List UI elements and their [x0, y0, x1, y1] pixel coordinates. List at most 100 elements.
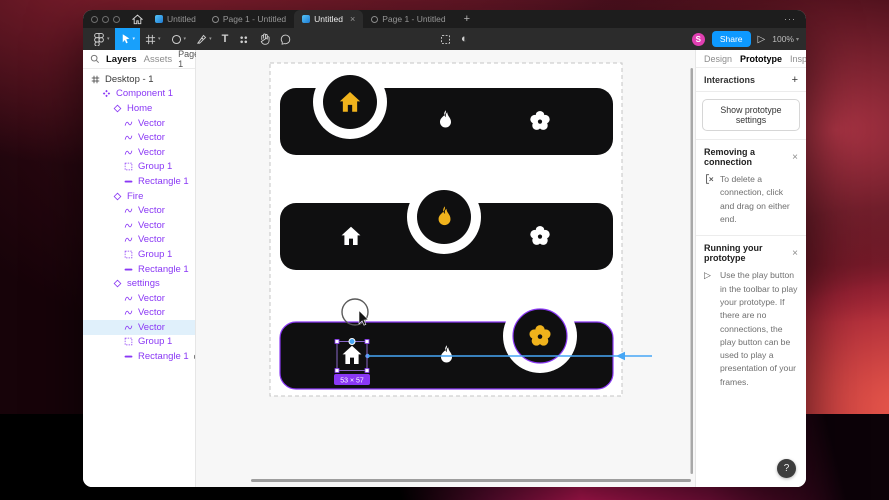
tip-title: Running your prototype: [704, 243, 792, 263]
tab-inspect[interactable]: Inspect: [790, 54, 806, 64]
selection-handle[interactable]: [335, 369, 339, 373]
text-tool[interactable]: T: [217, 28, 234, 50]
window-minimize-button[interactable]: [102, 16, 109, 23]
tip-card-1: Removing a connection×To delete a connec…: [696, 139, 806, 235]
draft-file-icon: [371, 16, 378, 23]
layer-row-vector[interactable]: Vector: [83, 203, 195, 218]
shape-tool[interactable]: ▾: [166, 28, 192, 50]
layer-row-group-1[interactable]: Group 1: [83, 335, 195, 350]
draft-file-icon: [212, 16, 219, 23]
layer-row-settings[interactable]: settings: [83, 276, 195, 291]
layer-row-vector[interactable]: Vector: [83, 116, 195, 131]
vertical-scrollbar[interactable]: [691, 68, 694, 474]
resources-tool[interactable]: [233, 28, 254, 50]
selection-handle[interactable]: [365, 340, 369, 344]
chevron-down-icon: ▾: [133, 36, 136, 42]
layer-label: Desktop - 1: [105, 74, 154, 85]
show-prototype-settings-button[interactable]: Show prototype settings: [702, 99, 800, 131]
layer-row-rectangle-1[interactable]: Rectangle 1: [83, 262, 195, 277]
context-tools: ◐: [435, 28, 473, 50]
layer-row-group-1[interactable]: Group 1: [83, 160, 195, 175]
connection-start-node[interactable]: [365, 354, 369, 358]
tab-prototype[interactable]: Prototype: [740, 54, 782, 64]
tab-design[interactable]: Design: [704, 54, 732, 64]
layer-row-home[interactable]: Home: [83, 101, 195, 116]
help-button[interactable]: ?: [777, 459, 796, 478]
layer-row-rectangle-1[interactable]: Rectangle 1: [83, 349, 195, 364]
sidebar-tab-assets[interactable]: Assets: [144, 54, 173, 65]
layer-row-group-1[interactable]: Group 1: [83, 247, 195, 262]
layer-row-vector[interactable]: Vector: [83, 320, 195, 335]
ellipse-icon: [171, 34, 182, 45]
pen-tool[interactable]: ▾: [191, 28, 217, 50]
frame-tool[interactable]: ▾: [140, 28, 166, 50]
comment-tool[interactable]: [275, 28, 296, 50]
layer-row-vector[interactable]: Vector: [83, 306, 195, 321]
layer-row-vector[interactable]: Vector: [83, 145, 195, 160]
file-tab-2[interactable]: Page 1 - Untitled: [204, 10, 294, 28]
text-icon: T: [222, 33, 229, 45]
add-interaction-button[interactable]: +: [792, 74, 798, 86]
layer-label: Home: [127, 103, 152, 114]
file-tab-3[interactable]: Untitled×: [294, 10, 363, 28]
close-icon[interactable]: ×: [792, 248, 798, 259]
panel-tabs: Design Prototype Inspect: [696, 50, 806, 68]
layer-row-vector[interactable]: Vector: [83, 130, 195, 145]
selection-handle[interactable]: [335, 340, 339, 344]
tab-label: Page 1 - Untitled: [223, 14, 286, 24]
chevron-down-icon: ▾: [209, 36, 212, 42]
layer-row-fire[interactable]: Fire: [83, 189, 195, 204]
horizontal-scrollbar[interactable]: [251, 479, 691, 482]
window-zoom-button[interactable]: [113, 16, 120, 23]
edit-object-tool[interactable]: [435, 28, 456, 50]
vector-icon: [123, 206, 134, 215]
move-tool[interactable]: ▾: [115, 28, 141, 50]
hand-tool[interactable]: [254, 28, 275, 50]
vector-icon: [123, 308, 134, 317]
zoom-select[interactable]: 100%▾: [772, 34, 799, 44]
close-tab-icon[interactable]: ×: [350, 14, 355, 24]
share-button[interactable]: Share: [712, 31, 751, 47]
figma-window: UntitledPage 1 - UntitledUntitled×Page 1…: [83, 10, 806, 487]
main-menu[interactable]: ▾: [88, 28, 115, 50]
layer-label: Rectangle 1: [138, 264, 189, 275]
selection-handle[interactable]: [365, 369, 369, 373]
layer-row-desktop---1[interactable]: Desktop - 1: [83, 72, 195, 87]
layer-row-vector[interactable]: Vector: [83, 218, 195, 233]
file-tab-1[interactable]: Untitled: [147, 10, 204, 28]
window-close-button[interactable]: [91, 16, 98, 23]
mask-square-icon: [440, 34, 451, 45]
layer-row-vector[interactable]: Vector: [83, 233, 195, 248]
tip-title: Removing a connection: [704, 147, 792, 167]
sidebar-tab-layers[interactable]: Layers: [106, 54, 137, 65]
prototype-node-top[interactable]: [349, 339, 355, 345]
layer-row-rectangle-1[interactable]: Rectangle 1: [83, 174, 195, 189]
vector-icon: [123, 221, 134, 230]
figma-file-icon: [302, 15, 310, 23]
search-icon[interactable]: [90, 54, 100, 64]
layer-label: Rectangle 1: [138, 351, 189, 362]
layer-label: Vector: [138, 132, 165, 143]
lock-icon[interactable]: [193, 351, 195, 363]
avatar[interactable]: S: [692, 33, 705, 46]
layer-label: Group 1: [138, 336, 172, 347]
layers-sidebar: LayersAssets Page 1 ▾ Desktop - 1Compone…: [83, 50, 196, 487]
mask-tool[interactable]: ◐: [456, 28, 473, 50]
present-play-icon[interactable]: ▷: [758, 34, 766, 45]
sidebar-tabs: Layers Assets: [106, 54, 172, 65]
new-tab-button[interactable]: +: [454, 10, 480, 28]
tab-strip: UntitledPage 1 - UntitledUntitled×Page 1…: [83, 10, 806, 28]
file-tab-4[interactable]: Page 1 - Untitled: [363, 10, 453, 28]
tip-card-2: Running your prototype×▷Use the play but…: [696, 235, 806, 398]
more-menu-button[interactable]: ···: [774, 10, 806, 28]
layer-row-component-1[interactable]: Component 1: [83, 87, 195, 102]
rect-line-icon: [123, 265, 134, 274]
instance-icon: [112, 104, 123, 113]
canvas[interactable]: 53 × 57: [196, 50, 695, 487]
home-button[interactable]: [127, 10, 147, 28]
layer-row-vector[interactable]: Vector: [83, 291, 195, 306]
instance-icon: [112, 279, 123, 288]
vector-icon: [123, 294, 134, 303]
chevron-down-icon: ▾: [184, 36, 187, 42]
close-icon[interactable]: ×: [792, 152, 798, 163]
